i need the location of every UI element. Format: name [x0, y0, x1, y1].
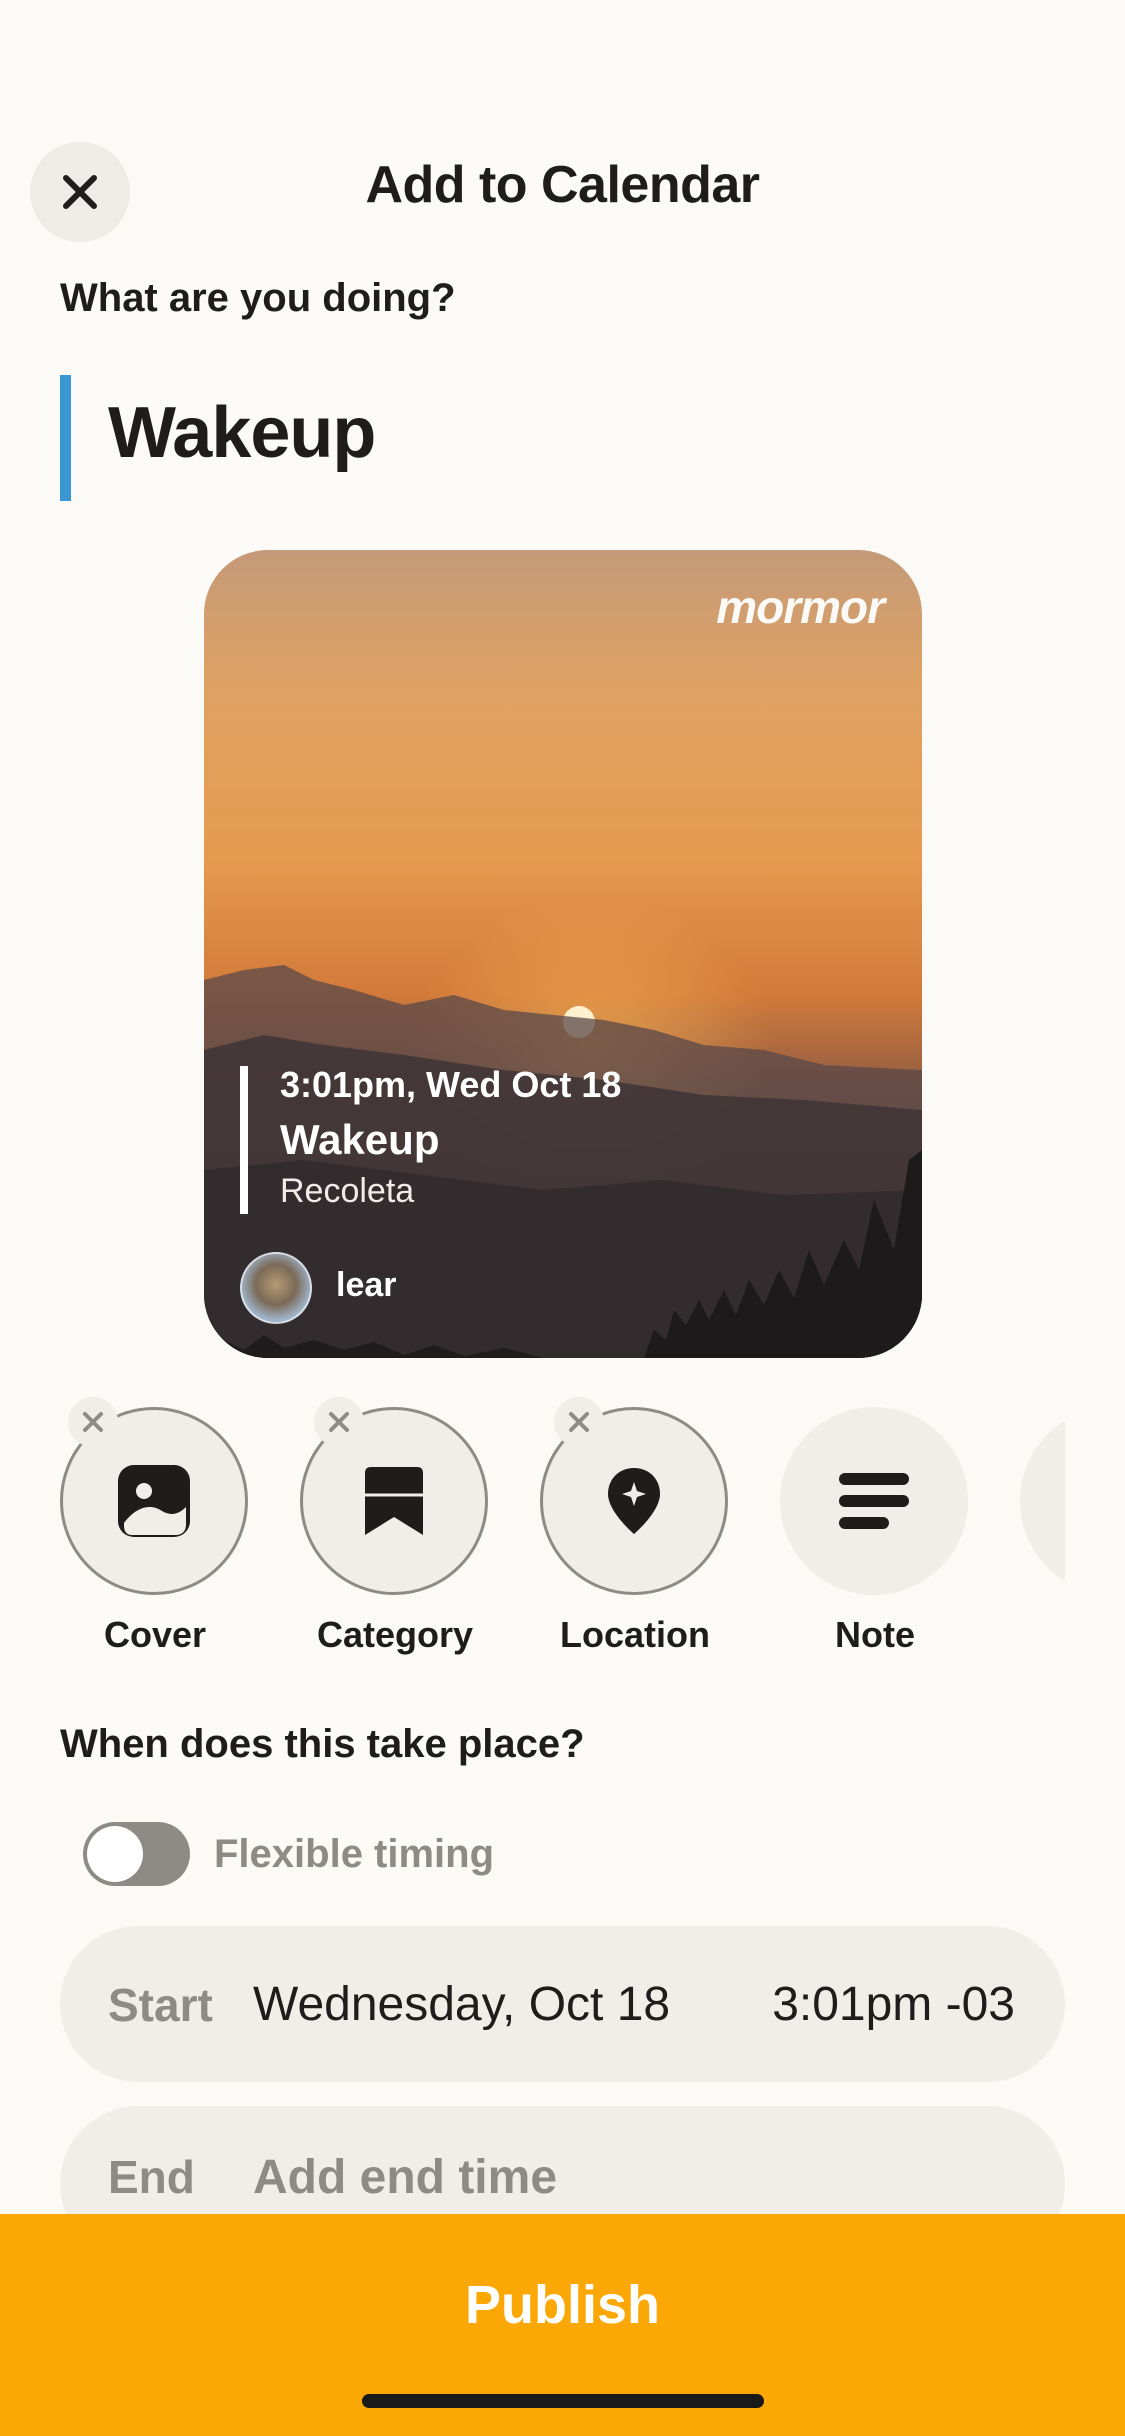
start-label: Start — [108, 1979, 213, 2031]
publish-label: Publish — [464, 2275, 660, 2335]
page-title: Add to Calendar — [365, 156, 760, 214]
lines-icon — [839, 1473, 909, 1529]
activity-input[interactable]: Wakeup — [108, 392, 376, 474]
toggle-knob — [87, 1826, 143, 1882]
card-username: lear — [336, 1266, 397, 1304]
end-time-placeholder[interactable]: Add end time — [253, 2150, 557, 2205]
image-icon — [118, 1465, 190, 1537]
card-time: 3:01pm, Wed Oct 18 — [280, 1064, 622, 1105]
end-label: End — [108, 2151, 195, 2203]
avatar — [240, 1252, 312, 1324]
start-time[interactable]: 3:01pm -03 — [772, 1977, 1015, 2032]
close-icon — [329, 1412, 349, 1432]
cover-label: Cover — [103, 1614, 207, 1655]
flexible-timing-toggle[interactable] — [83, 1822, 190, 1886]
sunset-cover-image — [204, 965, 922, 1358]
when-section-title: When does this take place? — [60, 1722, 585, 1766]
location-label: Location — [560, 1614, 710, 1655]
note-button[interactable] — [780, 1407, 968, 1595]
close-icon — [569, 1412, 589, 1432]
flexible-timing-label: Flexible timing — [214, 1832, 495, 1876]
activity-accent-bar — [60, 375, 71, 501]
activity-prompt: What are you doing? — [60, 276, 456, 320]
note-label: Note — [835, 1614, 915, 1655]
remove-category-button[interactable] — [314, 1397, 364, 1447]
event-preview-card: mormor 3:01pm, Wed Oct 18 Wakeup Recolet… — [204, 550, 922, 1358]
card-location: Recoleta — [280, 1172, 415, 1210]
publish-button[interactable]: Publish — [0, 2214, 1125, 2436]
brand-logo: mormor — [716, 581, 885, 633]
close-icon — [83, 1412, 103, 1432]
card-accent-bar — [240, 1066, 248, 1214]
bookmark-icon — [365, 1467, 423, 1535]
home-indicator — [362, 2394, 764, 2408]
location-pin-icon — [608, 1468, 660, 1534]
card-event-title: Wakeup — [280, 1116, 440, 1163]
more-actions-chip[interactable] — [1020, 1407, 1065, 1595]
remove-location-button[interactable] — [554, 1397, 604, 1447]
start-time-row[interactable]: Start Wednesday, Oct 18 3:01pm -03 — [60, 1926, 1065, 2082]
category-label: Category — [316, 1614, 474, 1655]
start-date[interactable]: Wednesday, Oct 18 — [253, 1977, 670, 2032]
remove-cover-button[interactable] — [68, 1397, 118, 1447]
